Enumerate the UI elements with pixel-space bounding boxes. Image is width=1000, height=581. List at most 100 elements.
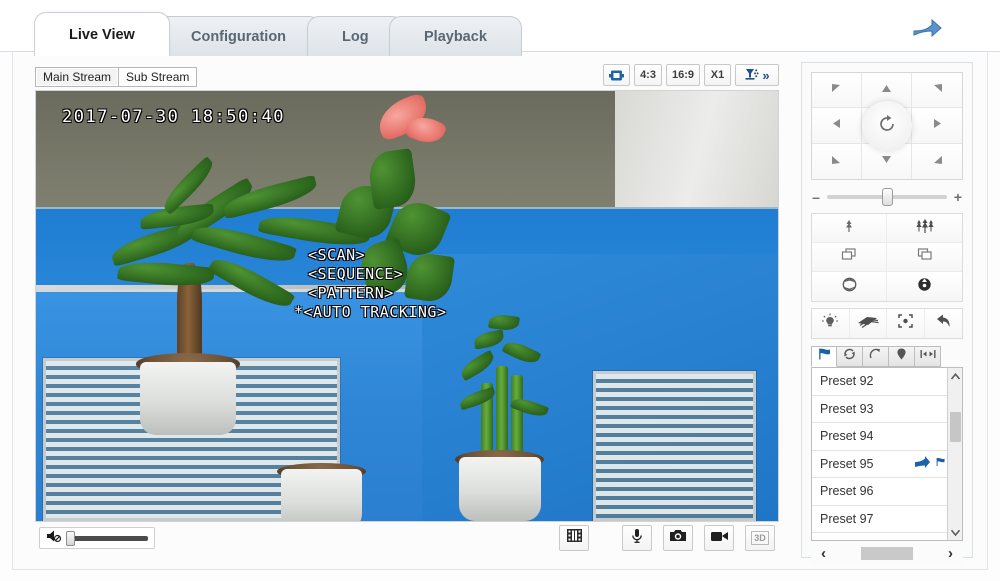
- main-stream-button[interactable]: Main Stream: [35, 67, 120, 87]
- preset-list-item[interactable]: Preset 92: [812, 368, 949, 396]
- iris-close-icon: [916, 276, 933, 298]
- tab-playback[interactable]: Playback: [389, 16, 523, 56]
- plugin-expand-button[interactable]: »: [735, 64, 779, 86]
- speed-slider-track[interactable]: [827, 188, 947, 206]
- camera-icon: [669, 528, 687, 548]
- funnel-dots-icon: [744, 67, 759, 84]
- osd-menu-item-scan: <SCAN>: [308, 246, 366, 264]
- preset-label: Preset 95: [820, 456, 874, 471]
- patrol-icon: [842, 347, 857, 366]
- video-column: Main Stream Sub Stream 4:3 16:9 X1 » 201…: [35, 64, 779, 556]
- main-stream-label: Main Stream: [43, 70, 112, 84]
- ptz-up-left-button[interactable]: [812, 73, 862, 109]
- light-bulb-icon: [821, 313, 839, 334]
- one-touch-patrol-icon: [919, 347, 937, 366]
- zoom-out-tree-icon: [842, 218, 856, 239]
- stream-selector: Main Stream Sub Stream: [35, 67, 198, 87]
- record-button[interactable]: [704, 525, 734, 551]
- preset-list-container: Preset 92 Preset 93 Preset 94 Preset 95: [811, 367, 963, 541]
- video-stream-area[interactable]: 2017-07-30 18:50:40 <SCAN> <SEQUENCE> <P…: [35, 90, 779, 522]
- tab-patrol[interactable]: [837, 346, 863, 367]
- manual-tracking-button[interactable]: [924, 309, 962, 338]
- ptz-down-right-button[interactable]: [912, 143, 962, 179]
- 3d-label: 3D: [754, 533, 766, 543]
- ptz-speed-slider[interactable]: – +: [811, 187, 963, 207]
- live-view-toggle-button[interactable]: [559, 525, 589, 551]
- focus-far-icon: [916, 247, 934, 267]
- set-preset-icon[interactable]: [935, 455, 946, 472]
- tab-pattern[interactable]: [863, 346, 889, 367]
- flag-icon: [817, 347, 832, 366]
- preset-list-scrollbar[interactable]: [947, 368, 962, 540]
- arrow-down-left-icon: [830, 153, 843, 169]
- preset-scrollbar-thumb[interactable]: [950, 412, 961, 442]
- zoom-out-button[interactable]: [812, 214, 887, 243]
- tab-one-touch-patrol[interactable]: [915, 346, 941, 367]
- ptz-up-right-button[interactable]: [912, 73, 962, 109]
- speed-slider-handle[interactable]: [882, 188, 894, 206]
- sub-stream-label: Sub Stream: [126, 70, 190, 84]
- two-way-audio-button[interactable]: [622, 525, 652, 551]
- osd-menu-item-auto-tracking: *<AUTO TRACKING>: [294, 303, 447, 321]
- film-strip-icon: [566, 528, 583, 548]
- speaker-mute-icon[interactable]: [46, 529, 62, 548]
- video-action-buttons: 3D: [559, 525, 775, 551]
- aspect-4-3-label: 4:3: [640, 69, 656, 81]
- focus-near-button[interactable]: [812, 243, 887, 272]
- preset-list-item[interactable]: Preset 98: [812, 533, 949, 540]
- aspect-4-3-button[interactable]: 4:3: [634, 64, 662, 86]
- preset-label: Preset 96: [820, 484, 874, 499]
- iris-close-button[interactable]: [887, 272, 962, 301]
- preset-list-item[interactable]: Preset 93: [812, 396, 949, 423]
- focus-far-button[interactable]: [887, 243, 962, 272]
- pattern-arc-icon: [868, 347, 883, 366]
- tab-configuration-label: Configuration: [190, 28, 286, 45]
- capture-snapshot-button[interactable]: [663, 525, 693, 551]
- logout-arrow-icon[interactable]: [912, 18, 942, 40]
- ptz-auto-scan-button[interactable]: [862, 101, 912, 151]
- speed-minus-label[interactable]: –: [811, 189, 821, 205]
- tab-park-action[interactable]: [889, 346, 915, 367]
- light-button[interactable]: [812, 309, 850, 338]
- wiper-button[interactable]: [849, 309, 887, 338]
- aspect-x1-button[interactable]: X1: [704, 64, 731, 86]
- ptz-down-left-button[interactable]: [812, 143, 862, 179]
- preset-list-item[interactable]: Preset 96: [812, 478, 949, 506]
- expand-chevron-label: »: [762, 67, 770, 83]
- display-mode-icon[interactable]: [603, 64, 631, 86]
- scroll-up-icon[interactable]: [950, 368, 961, 384]
- arrow-left-icon: [830, 117, 843, 133]
- preset-pagination: ‹ ›: [811, 541, 963, 565]
- ptz-right-button[interactable]: [912, 108, 962, 144]
- back-arrow-icon: [934, 313, 952, 334]
- scroll-down-icon[interactable]: [950, 524, 961, 540]
- volume-slider[interactable]: [66, 530, 148, 546]
- preset-list-item[interactable]: Preset 97: [812, 506, 949, 533]
- focus-near-icon: [840, 247, 858, 267]
- tab-live-view[interactable]: Live View: [34, 12, 170, 56]
- speed-plus-label[interactable]: +: [953, 189, 963, 205]
- preset-prev-page-button[interactable]: ‹: [821, 545, 826, 562]
- ptz-preset-tab-bar: [811, 346, 963, 367]
- ptz-function-grid: [811, 213, 963, 302]
- 3d-positioning-button[interactable]: 3D: [745, 525, 775, 551]
- zoom-in-button[interactable]: [887, 214, 962, 243]
- auxiliary-focus-button[interactable]: [887, 309, 925, 338]
- tab-playback-label: Playback: [424, 28, 488, 45]
- preset-next-page-button[interactable]: ›: [948, 545, 953, 562]
- preset-list-item[interactable]: Preset 94: [812, 423, 949, 451]
- iris-open-button[interactable]: [812, 272, 887, 301]
- volume-control[interactable]: [39, 527, 155, 549]
- preset-list-item[interactable]: Preset 95: [812, 451, 949, 478]
- volume-slider-handle[interactable]: [66, 530, 75, 546]
- tab-configuration[interactable]: Configuration: [155, 16, 321, 56]
- live-view-page: Live View Configuration Log Playback Mai…: [0, 0, 1000, 581]
- microphone-icon: [630, 528, 644, 549]
- ptz-left-button[interactable]: [812, 108, 862, 144]
- sub-stream-button[interactable]: Sub Stream: [119, 67, 198, 87]
- arrow-up-icon: [880, 82, 893, 98]
- aspect-16-9-button[interactable]: 16:9: [665, 64, 700, 86]
- goto-preset-icon[interactable]: [914, 455, 931, 472]
- video-control-bar: 3D: [35, 522, 779, 556]
- tab-preset[interactable]: [811, 346, 837, 367]
